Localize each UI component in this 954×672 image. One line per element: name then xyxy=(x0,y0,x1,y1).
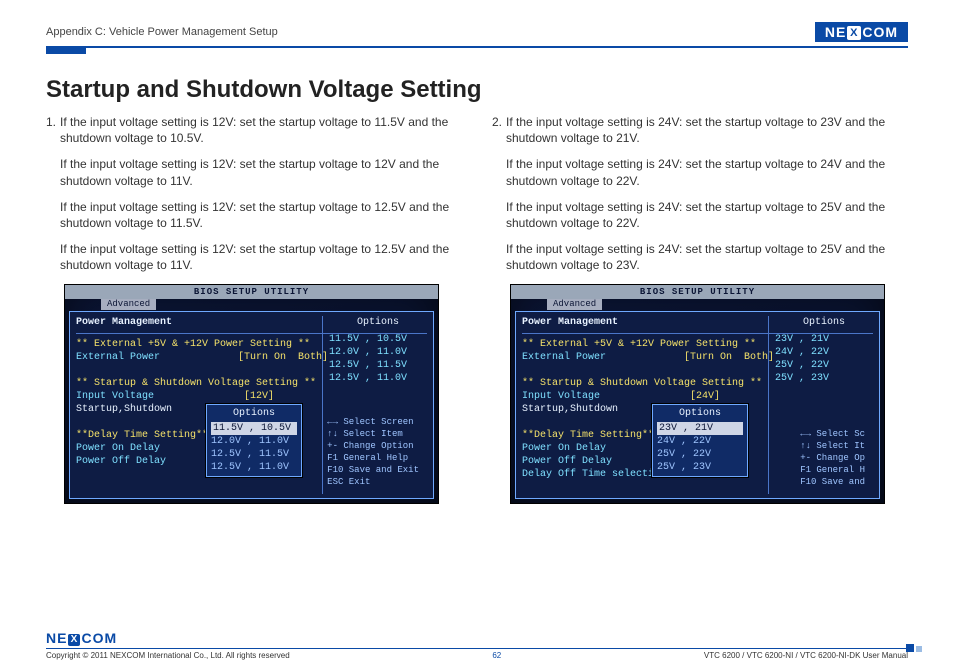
footer-brand-left: NE xyxy=(46,630,67,646)
bios-input-val-r: [24V] xyxy=(690,391,720,402)
list-number-1: 1. xyxy=(46,114,60,146)
bios-ext-power-row[interactable]: External Power xyxy=(76,352,160,363)
bios-input-row-r[interactable]: Input Voltage xyxy=(522,391,600,402)
bios-popup-r[interactable]: Options 23V , 21V 24V , 22V 25V , 22V 25… xyxy=(652,404,748,478)
bios-popup-1[interactable]: 12.0V , 11.0V xyxy=(211,435,297,448)
left-p1: If the input voltage setting is 12V: set… xyxy=(60,114,462,146)
bios-popup-hdr: Options xyxy=(211,407,297,421)
footer-brand-x-icon: X xyxy=(68,634,80,646)
bios-ext-power-val-r: [Turn On Both] xyxy=(684,352,774,363)
right-p4: If the input voltage setting is 24V: set… xyxy=(506,241,908,273)
hint-5: ESC Exit xyxy=(327,476,419,488)
right-p1: If the input voltage setting is 24V: set… xyxy=(506,114,908,146)
bios-titlebar: BIOS SETUP UTILITY xyxy=(65,285,438,299)
bios-opt-r1: 24V , 22V xyxy=(775,346,873,359)
bios-options-hdr: Options xyxy=(329,316,427,330)
hint-r0: ←→ Select Sc xyxy=(800,428,865,440)
appendix-label: Appendix C: Vehicle Power Management Set… xyxy=(46,26,278,38)
bios-popup[interactable]: Options 11.5V , 10.5V 12.0V , 11.0V 12.5… xyxy=(206,404,302,478)
left-p2: If the input voltage setting is 12V: set… xyxy=(60,156,462,188)
copyright: Copyright © 2011 NEXCOM International Co… xyxy=(46,651,290,660)
bios-popup-3[interactable]: 12.5V , 11.0V xyxy=(211,461,297,474)
footer-brand-right: COM xyxy=(81,630,117,646)
hint-1: ↑↓ Select Item xyxy=(327,428,419,440)
bios-tab-advanced[interactable]: Advanced xyxy=(101,299,156,310)
hint-r3: F1 General H xyxy=(800,464,865,476)
bios-screenshot-12v: BIOS SETUP UTILITY Advanced Power Manage… xyxy=(64,284,439,504)
right-column: 2. If the input voltage setting is 24V: … xyxy=(492,114,908,504)
bios-opt-1: 12.0V , 11.0V xyxy=(329,346,427,359)
bios-options-hdr-r: Options xyxy=(775,316,873,330)
hint-2: +- Change Option xyxy=(327,440,419,452)
bios-popup-sel[interactable]: 11.5V , 10.5V xyxy=(211,422,297,435)
bios-screenshot-24v: BIOS SETUP UTILITY Advanced Power Manage… xyxy=(510,284,885,504)
bios-titlebar-r: BIOS SETUP UTILITY xyxy=(511,285,884,299)
bios-tab-advanced-r[interactable]: Advanced xyxy=(547,299,602,310)
left-p4: If the input voltage setting is 12V: set… xyxy=(60,241,462,273)
bios-ext-power-row-r[interactable]: External Power xyxy=(522,352,606,363)
bios-hints: ←→ Select Screen ↑↓ Select Item +- Chang… xyxy=(327,416,419,488)
page-title: Startup and Shutdown Voltage Setting xyxy=(46,76,908,104)
hint-4: F10 Save and Exit xyxy=(327,464,419,476)
page-number: 62 xyxy=(492,651,501,660)
hint-0: ←→ Select Screen xyxy=(327,416,419,428)
bios-opt-3: 12.5V , 11.0V xyxy=(329,372,427,385)
header-rule xyxy=(46,46,908,48)
bios-popup-r2[interactable]: 25V , 22V xyxy=(657,448,743,461)
right-p2: If the input voltage setting is 24V: set… xyxy=(506,156,908,188)
brand-left: NE xyxy=(825,24,846,40)
hint-r2: +- Change Op xyxy=(800,452,865,464)
bios-opt-r0: 23V , 21V xyxy=(775,333,873,346)
bios-popup-r3[interactable]: 25V , 23V xyxy=(657,461,743,474)
bios-opt-r3: 25V , 23V xyxy=(775,372,873,385)
right-p3: If the input voltage setting is 24V: set… xyxy=(506,199,908,231)
bios-hints-r: ←→ Select Sc ↑↓ Select It +- Change Op F… xyxy=(800,428,865,488)
hint-3: F1 General Help xyxy=(327,452,419,464)
bios-opt-2: 12.5V , 11.5V xyxy=(329,359,427,372)
brand-right: COM xyxy=(862,24,898,40)
bios-popup-2[interactable]: 12.5V , 11.5V xyxy=(211,448,297,461)
footer-square-icon xyxy=(906,644,914,652)
hint-r1: ↑↓ Select It xyxy=(800,440,865,452)
bios-opt-r2: 25V , 22V xyxy=(775,359,873,372)
footer-logo: NEXCOM xyxy=(46,630,908,646)
bios-opt-0: 11.5V , 10.5V xyxy=(329,333,427,346)
bios-input-val: [12V] xyxy=(244,391,274,402)
left-p3: If the input voltage setting is 12V: set… xyxy=(60,199,462,231)
list-number-2: 2. xyxy=(492,114,506,146)
bios-popup-hdr-r: Options xyxy=(657,407,743,421)
manual-name: VTC 6200 / VTC 6200-NI / VTC 6200-NI-DK … xyxy=(704,651,908,660)
brand-x-icon: X xyxy=(847,26,861,40)
bios-ext-power-val: [Turn On Both] xyxy=(238,352,328,363)
bios-popup-r1[interactable]: 24V , 22V xyxy=(657,435,743,448)
left-column: 1. If the input voltage setting is 12V: … xyxy=(46,114,462,504)
brand-logo: NEXCOM xyxy=(815,22,908,42)
bios-popup-sel-r[interactable]: 23V , 21V xyxy=(657,422,743,435)
bios-input-row[interactable]: Input Voltage xyxy=(76,391,154,402)
footer-square-icon-light xyxy=(916,646,922,652)
hint-r4: F10 Save and xyxy=(800,476,865,488)
